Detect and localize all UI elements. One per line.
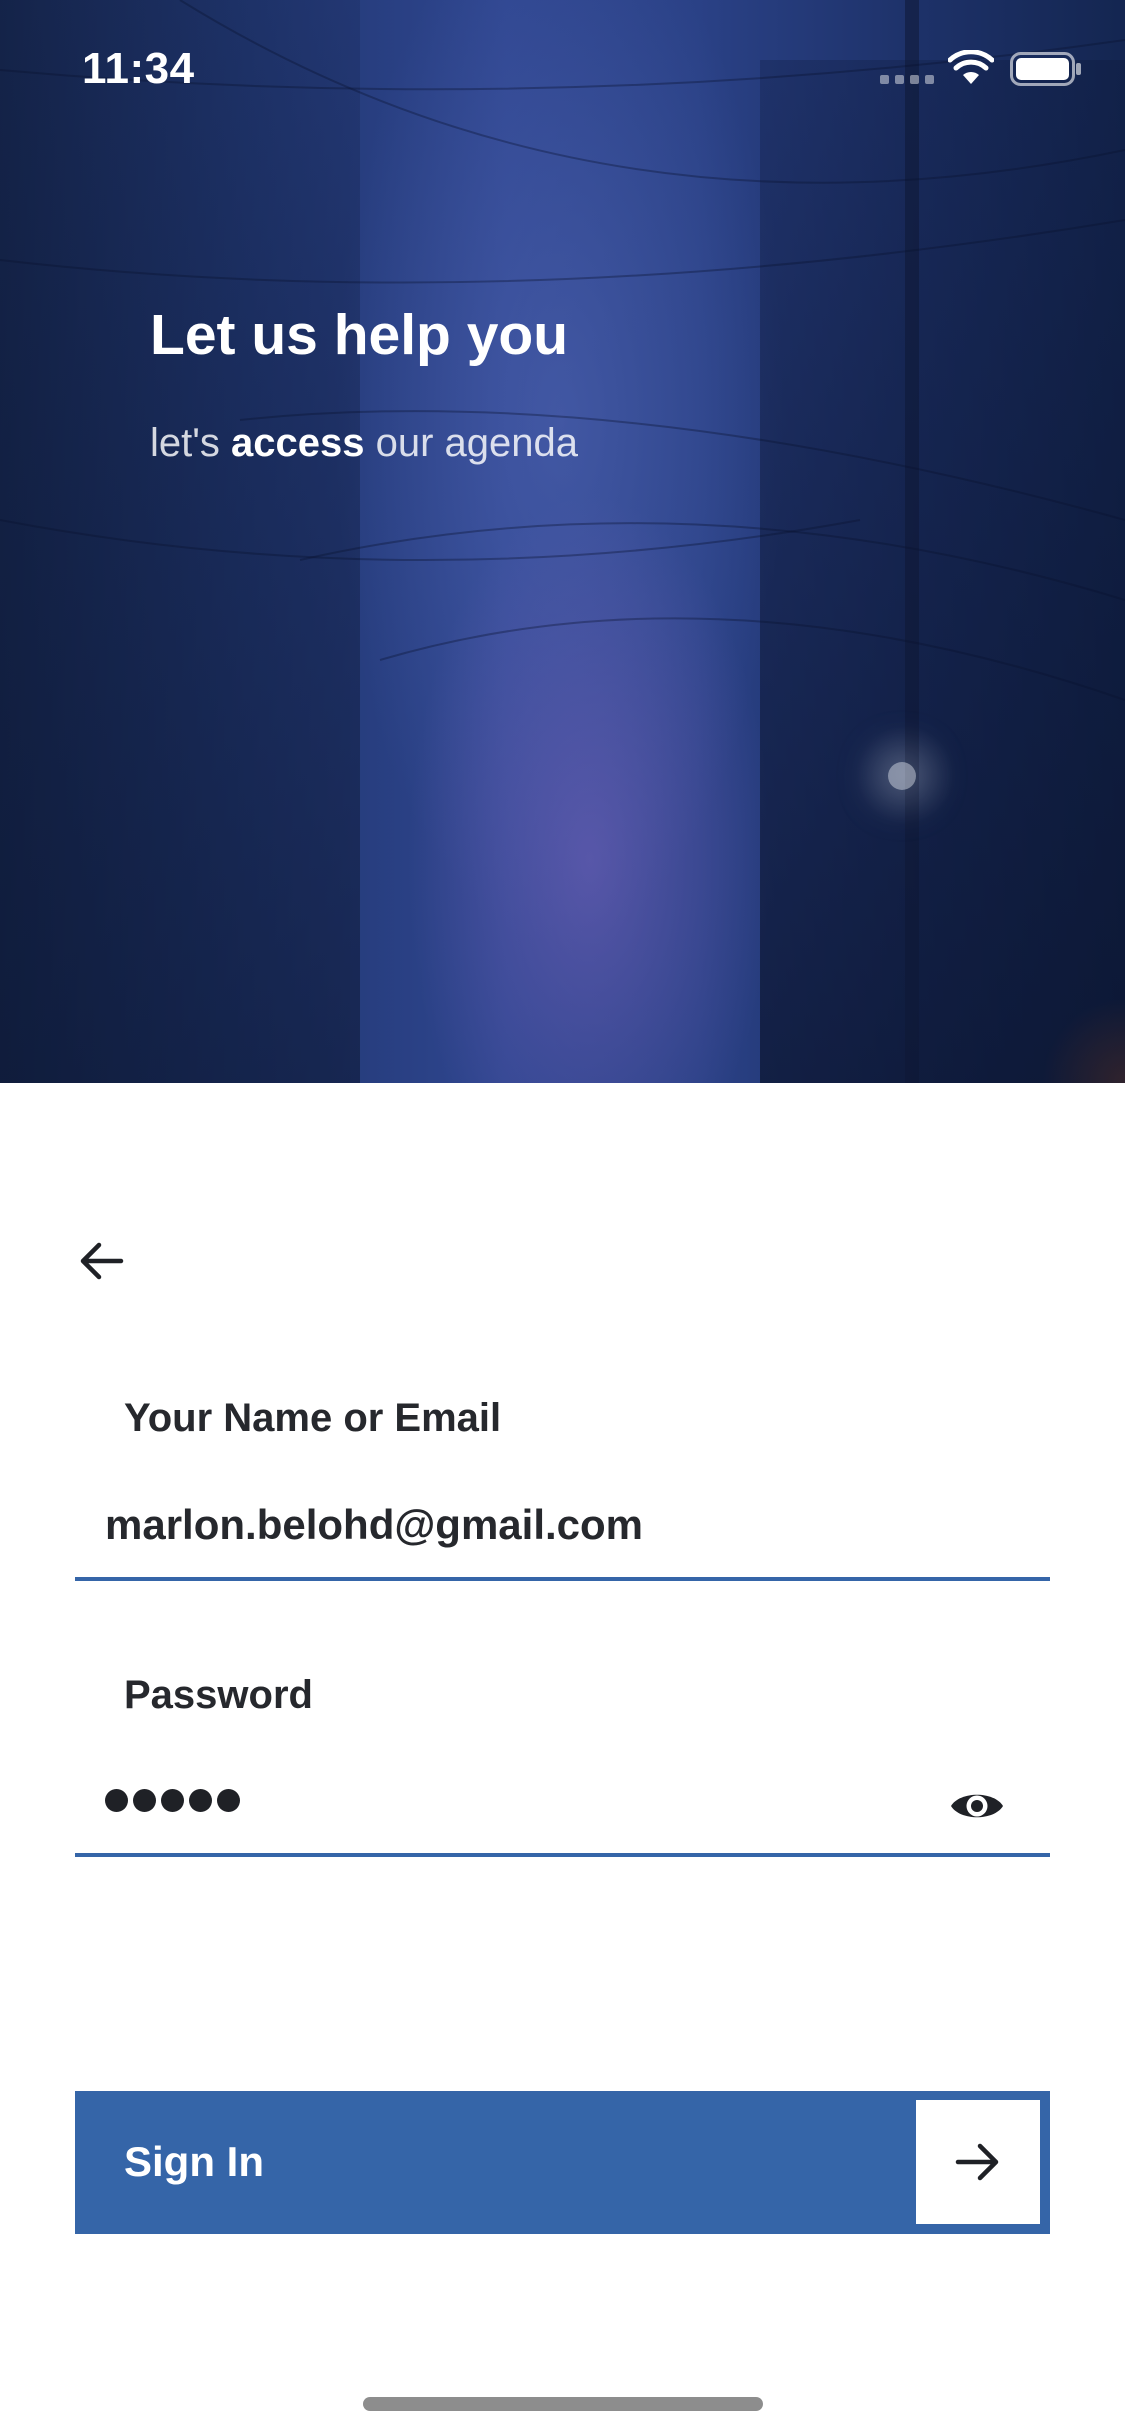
password-dot [161,1789,184,1812]
password-dot [105,1789,128,1812]
back-button[interactable] [68,1228,134,1294]
email-field[interactable]: marlon.belohd@gmail.com [75,1487,1050,1581]
status-bar: 11:34 [0,0,1125,132]
hero-title: Let us help you [150,303,569,367]
hero-subtitle: let's access our agenda [150,421,578,466]
hero-subtitle-suffix: our agenda [364,421,578,465]
hero-background-wires [0,0,1125,701]
password-masked-value[interactable] [105,1789,240,1812]
hero-banner [0,0,1125,1083]
email-field-label: Your Name or Email [124,1396,502,1440]
password-dot [189,1789,212,1812]
hero-subtitle-emphasis: access [231,421,365,465]
sign-in-arrow-box[interactable] [916,2100,1040,2224]
password-dot [217,1789,240,1812]
password-dot [133,1789,156,1812]
home-indicator[interactable] [363,2397,763,2411]
arrow-left-icon [80,1242,124,1280]
arrow-right-icon [955,2143,999,2181]
wifi-icon [948,50,994,84]
status-time: 11:34 [82,44,195,93]
sign-in-button[interactable]: Sign In [75,2091,1050,2234]
toggle-password-visibility-button[interactable] [947,1783,1007,1829]
battery-icon [1010,52,1081,86]
password-field[interactable] [75,1763,1050,1857]
password-field-label: Password [124,1673,313,1717]
email-field-value[interactable]: marlon.belohd@gmail.com [105,1501,643,1549]
sign-in-label: Sign In [124,2138,264,2185]
signal-dots-icon [880,75,934,84]
eye-icon [951,1794,1003,1818]
hero-subtitle-prefix: let's [150,421,231,465]
